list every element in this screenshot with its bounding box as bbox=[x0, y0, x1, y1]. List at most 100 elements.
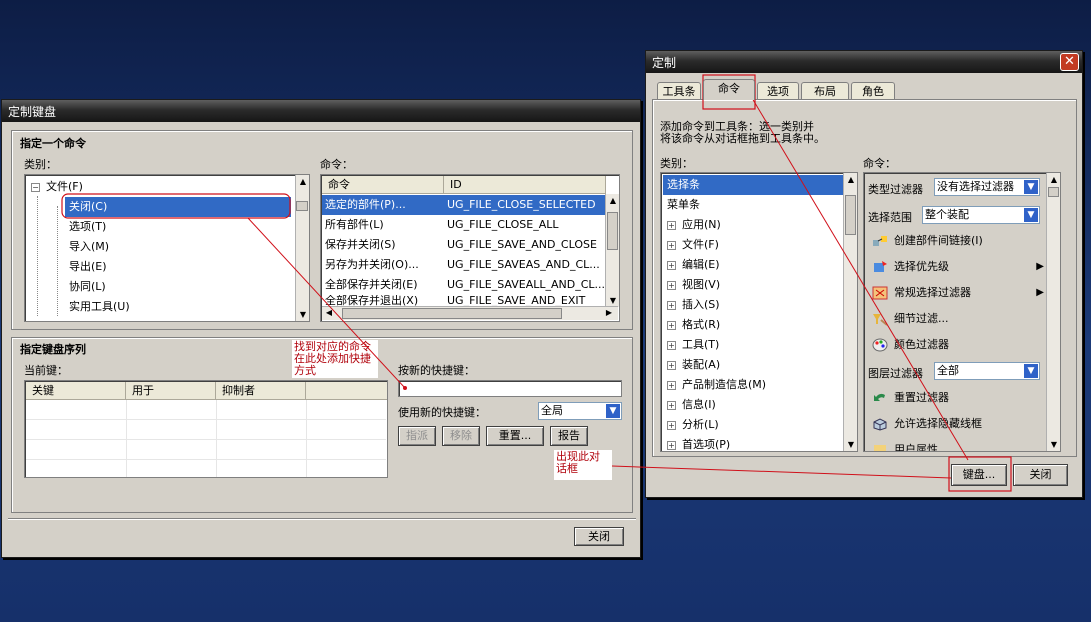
tab-commands[interactable]: 命令 bbox=[703, 79, 755, 100]
dropdown-arrow-icon[interactable]: ▼ bbox=[1023, 363, 1039, 379]
dropdown-arrow-icon[interactable]: ▼ bbox=[1023, 179, 1039, 195]
tree-scrollbar[interactable]: ▲ ▼ bbox=[295, 175, 309, 321]
scroll-up-icon[interactable]: ▲ bbox=[296, 177, 309, 186]
keyboard-close-button[interactable]: 关闭 bbox=[574, 527, 624, 546]
expand-icon[interactable]: + bbox=[667, 441, 676, 450]
command-item-hidden-wireframe[interactable]: 允许选择隐藏线框 bbox=[864, 411, 982, 437]
scroll-thumb[interactable] bbox=[1048, 187, 1059, 197]
category-item[interactable]: + 文件(F) bbox=[667, 235, 719, 255]
command-item-general-filter[interactable]: 常规选择过滤器 ▶ bbox=[864, 280, 1044, 306]
scroll-thumb[interactable] bbox=[296, 201, 308, 211]
dropdown-arrow-icon[interactable]: ▼ bbox=[605, 403, 621, 419]
scroll-up-icon[interactable]: ▲ bbox=[1047, 175, 1060, 184]
category-scrollbar[interactable]: ▲ ▼ bbox=[843, 173, 857, 451]
category-item[interactable]: + 产品制造信息(M) bbox=[667, 375, 766, 395]
command-item-create-link[interactable]: 创建部件间链接(I) bbox=[864, 228, 983, 254]
column-header-used-for[interactable]: 用于 bbox=[126, 382, 216, 400]
command-row[interactable]: 另存为并关闭(O)... UG_FILE_SAVEAS_AND_CL... bbox=[322, 255, 605, 275]
category-item-menubar[interactable]: 菜单条 bbox=[663, 195, 700, 215]
category-tree[interactable]: − 文件(F) 关闭(C) 选项(T) 导入(M) 导出(E) 协同(L) 实用工… bbox=[24, 174, 310, 322]
column-header-suppressed-by[interactable]: 抑制者 bbox=[216, 382, 306, 400]
column-header-command[interactable]: 命令 bbox=[322, 176, 444, 194]
tree-item-more[interactable]: … bbox=[65, 317, 80, 321]
scroll-left-icon[interactable]: ◀ bbox=[322, 308, 336, 317]
tree-item-close[interactable]: 关闭(C) bbox=[65, 197, 291, 217]
command-item-reset-filter[interactable]: 重置过滤器 bbox=[864, 385, 949, 411]
expand-icon[interactable]: + bbox=[667, 361, 676, 370]
category-item[interactable]: + 信息(I) bbox=[667, 395, 716, 415]
command-row[interactable]: 所有部件(L) UG_FILE_CLOSE_ALL bbox=[322, 215, 605, 235]
tab-toolbars[interactable]: 工具条 bbox=[657, 82, 701, 100]
tab-layout[interactable]: 布局 bbox=[801, 82, 849, 100]
category-item[interactable]: + 工具(T) bbox=[667, 335, 719, 355]
assign-button[interactable]: 指派 bbox=[398, 426, 436, 446]
command-item-selection-priority[interactable]: 选择优先级 ▶ bbox=[864, 254, 1044, 280]
command-list-vscrollbar[interactable]: ▲ ▼ bbox=[605, 194, 619, 307]
category-item[interactable]: + 装配(A) bbox=[667, 355, 720, 375]
tab-options[interactable]: 选项 bbox=[757, 82, 799, 100]
type-filter-select[interactable]: 没有选择过滤器 ▼ bbox=[934, 178, 1040, 196]
command-item-color-filter[interactable]: 颜色过滤器 bbox=[864, 332, 949, 358]
scroll-down-icon[interactable]: ▼ bbox=[606, 296, 619, 305]
layer-filter-select[interactable]: 全部 ▼ bbox=[934, 362, 1040, 380]
scroll-thumb[interactable] bbox=[845, 195, 856, 235]
expand-icon[interactable]: + bbox=[667, 341, 676, 350]
category-item[interactable]: + 插入(S) bbox=[667, 295, 720, 315]
command-row[interactable]: 选定的部件(P)... UG_FILE_CLOSE_SELECTED bbox=[322, 195, 605, 215]
expand-icon[interactable]: + bbox=[667, 321, 676, 330]
reset-button[interactable]: 重置... bbox=[486, 426, 544, 446]
category-item[interactable]: + 编辑(E) bbox=[667, 255, 720, 275]
column-header-key[interactable]: 关键 bbox=[26, 382, 126, 400]
category-item[interactable]: + 格式(R) bbox=[667, 315, 720, 335]
command-row[interactable]: 全部保存并关闭(E) UG_FILE_SAVEALL_AND_CL... bbox=[322, 275, 605, 295]
customize-category-list[interactable]: 选择条 菜单条 + 应用(N) + 文件(F) + 编辑(E) + 视图(V) + 插入(… bbox=[660, 172, 858, 452]
category-item[interactable]: + 分析(L) bbox=[667, 415, 719, 435]
remove-button[interactable]: 移除 bbox=[442, 426, 480, 446]
expand-icon[interactable]: + bbox=[667, 261, 676, 270]
scope-select[interactable]: 整个装配 ▼ bbox=[922, 206, 1040, 224]
category-item[interactable]: + 首选项(P) bbox=[667, 435, 730, 451]
customize-close-button[interactable]: 关闭 bbox=[1013, 464, 1068, 486]
close-icon[interactable]: ✕ bbox=[1060, 53, 1079, 71]
tree-item-export[interactable]: 导出(E) bbox=[65, 257, 107, 277]
new-shortcut-input[interactable] bbox=[398, 380, 622, 397]
category-item-selection-bar[interactable]: 选择条 bbox=[663, 175, 843, 195]
scroll-thumb[interactable] bbox=[607, 212, 618, 250]
command-item-detail-filter[interactable]: 细节过滤... bbox=[864, 306, 949, 332]
dropdown-arrow-icon[interactable]: ▼ bbox=[1023, 207, 1039, 223]
expand-icon[interactable]: + bbox=[667, 381, 676, 390]
tab-roles[interactable]: 角色 bbox=[851, 82, 895, 100]
current-keys-table[interactable]: 关键 用于 抑制者 bbox=[24, 380, 388, 478]
report-button[interactable]: 报告 bbox=[550, 426, 588, 446]
tree-item-options[interactable]: 选项(T) bbox=[65, 217, 106, 237]
use-new-shortcut-select[interactable]: 全局 ▼ bbox=[538, 402, 622, 420]
scroll-down-icon[interactable]: ▼ bbox=[296, 310, 309, 319]
expand-icon[interactable]: + bbox=[667, 301, 676, 310]
command-row[interactable]: 保存并关闭(S) UG_FILE_SAVE_AND_CLOSE bbox=[322, 235, 605, 255]
keyboard-dialog-titlebar[interactable]: 定制键盘 bbox=[2, 100, 640, 122]
scroll-up-icon[interactable]: ▲ bbox=[606, 196, 619, 205]
customize-command-panel[interactable]: 类型过滤器 没有选择过滤器 ▼ 选择范围 整个装配 ▼ 创建部件间链接(I) 选… bbox=[863, 172, 1061, 452]
category-item[interactable]: + 应用(N) bbox=[667, 215, 721, 235]
command-panel-scrollbar[interactable]: ▲ ▼ bbox=[1046, 173, 1060, 451]
scroll-down-icon[interactable]: ▼ bbox=[1047, 440, 1060, 449]
scroll-down-icon[interactable]: ▼ bbox=[844, 440, 857, 449]
expand-icon[interactable]: + bbox=[667, 221, 676, 230]
expand-icon[interactable]: + bbox=[667, 241, 676, 250]
scroll-up-icon[interactable]: ▲ bbox=[844, 175, 857, 184]
command-item-user-attributes[interactable]: 用户属性 bbox=[864, 437, 938, 451]
customize-dialog-titlebar[interactable]: 定制 ✕ bbox=[646, 51, 1082, 73]
collapse-icon[interactable]: − bbox=[31, 183, 40, 192]
command-list-hscrollbar[interactable]: ◀ ▶ bbox=[322, 306, 618, 320]
keyboard-button[interactable]: 键盘... bbox=[951, 464, 1007, 486]
category-item[interactable]: + 视图(V) bbox=[667, 275, 720, 295]
tree-item-import[interactable]: 导入(M) bbox=[65, 237, 109, 257]
tree-item-utilities[interactable]: 实用工具(U) bbox=[65, 297, 130, 317]
tree-root-file[interactable]: − 文件(F) bbox=[31, 177, 83, 197]
hscroll-thumb[interactable] bbox=[342, 308, 562, 319]
command-list[interactable]: 命令 ID 选定的部件(P)... UG_FILE_CLOSE_SELECTED… bbox=[320, 174, 620, 322]
expand-icon[interactable]: + bbox=[667, 401, 676, 410]
tree-item-collaborate[interactable]: 协同(L) bbox=[65, 277, 106, 297]
expand-icon[interactable]: + bbox=[667, 281, 676, 290]
expand-icon[interactable]: + bbox=[667, 421, 676, 430]
